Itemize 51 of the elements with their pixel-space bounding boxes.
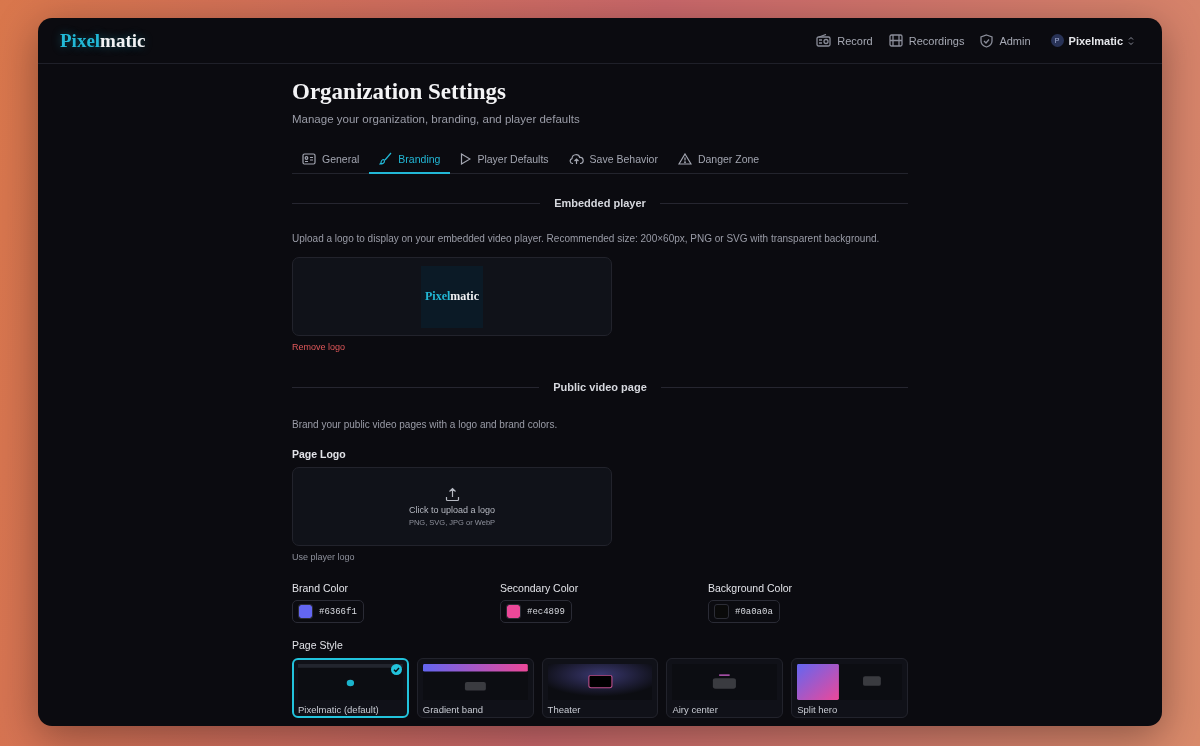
chevron-updown-icon (1128, 35, 1134, 46)
color-value: #6366f1 (319, 606, 357, 617)
remove-logo-link[interactable]: Remove logo (292, 342, 346, 352)
radio-icon (816, 34, 832, 47)
style-card[interactable]: Split hero (791, 658, 908, 718)
page-subtitle: Manage your organization, branding, and player defaults (292, 113, 581, 125)
nav-link[interactable]: Recordings (888, 34, 965, 47)
field-label: Page Style (292, 639, 344, 651)
nav-link[interactable]: Record (816, 34, 873, 47)
style-card[interactable]: Airy center (666, 658, 784, 718)
tab[interactable]: Branding (369, 145, 451, 174)
section-description: Upload a logo to display on your embedded video player. Recommended size: 200×60px, PNG or SVG with transparent background. (292, 233, 881, 244)
style-label: Theater (547, 704, 582, 715)
color-field[interactable]: #ec4899 (500, 600, 572, 623)
style-card[interactable]: Theater (541, 658, 659, 718)
upload-icon (444, 486, 460, 502)
tab[interactable]: Danger Zone (667, 145, 770, 174)
tab[interactable]: Player Defaults (450, 145, 559, 174)
field-label: Secondary Color (500, 582, 580, 594)
style-label: Pixelmatic (default) (298, 704, 380, 715)
tab[interactable]: General (292, 145, 370, 174)
tab[interactable]: Save Behavior (558, 145, 668, 174)
field-label: Brand Color (292, 582, 350, 594)
page-title: Organization Settings (292, 79, 508, 105)
player-logo: Pixelmatic (421, 265, 483, 328)
section-description: Brand your public video pages with a logo and brand colors. (292, 419, 559, 430)
cloud-upload-icon (568, 152, 584, 165)
color-field[interactable]: #0a0a0a (708, 600, 780, 623)
style-card[interactable]: Gradient band (416, 658, 534, 718)
app-logo[interactable]: Pixelmatic (60, 29, 146, 52)
warning-icon (677, 152, 692, 165)
id-card-icon (302, 152, 316, 165)
section-heading: Embedded player (554, 197, 646, 209)
upload-prompt: Click to upload a logo (408, 504, 496, 515)
style-card[interactable]: Pixelmatic (default) (292, 658, 409, 718)
color-field[interactable]: #6366f1 (292, 600, 364, 623)
style-label: Gradient band (422, 704, 484, 715)
nav-link[interactable]: Admin (980, 33, 1031, 48)
use-player-logo-link[interactable]: Use player logo (292, 552, 355, 562)
check-icon (390, 664, 402, 675)
color-value: #ec4899 (527, 606, 565, 617)
brush-icon (379, 152, 393, 165)
style-label: Split hero (797, 704, 839, 715)
film-icon (888, 34, 903, 47)
color-value: #0a0a0a (735, 606, 773, 617)
section-heading: Public video page (553, 381, 647, 393)
field-label: Page Logo (292, 448, 347, 460)
play-icon (460, 152, 472, 165)
style-label: Airy center (672, 704, 719, 715)
field-label: Background Color (708, 582, 794, 594)
shield-check-icon (980, 33, 994, 48)
